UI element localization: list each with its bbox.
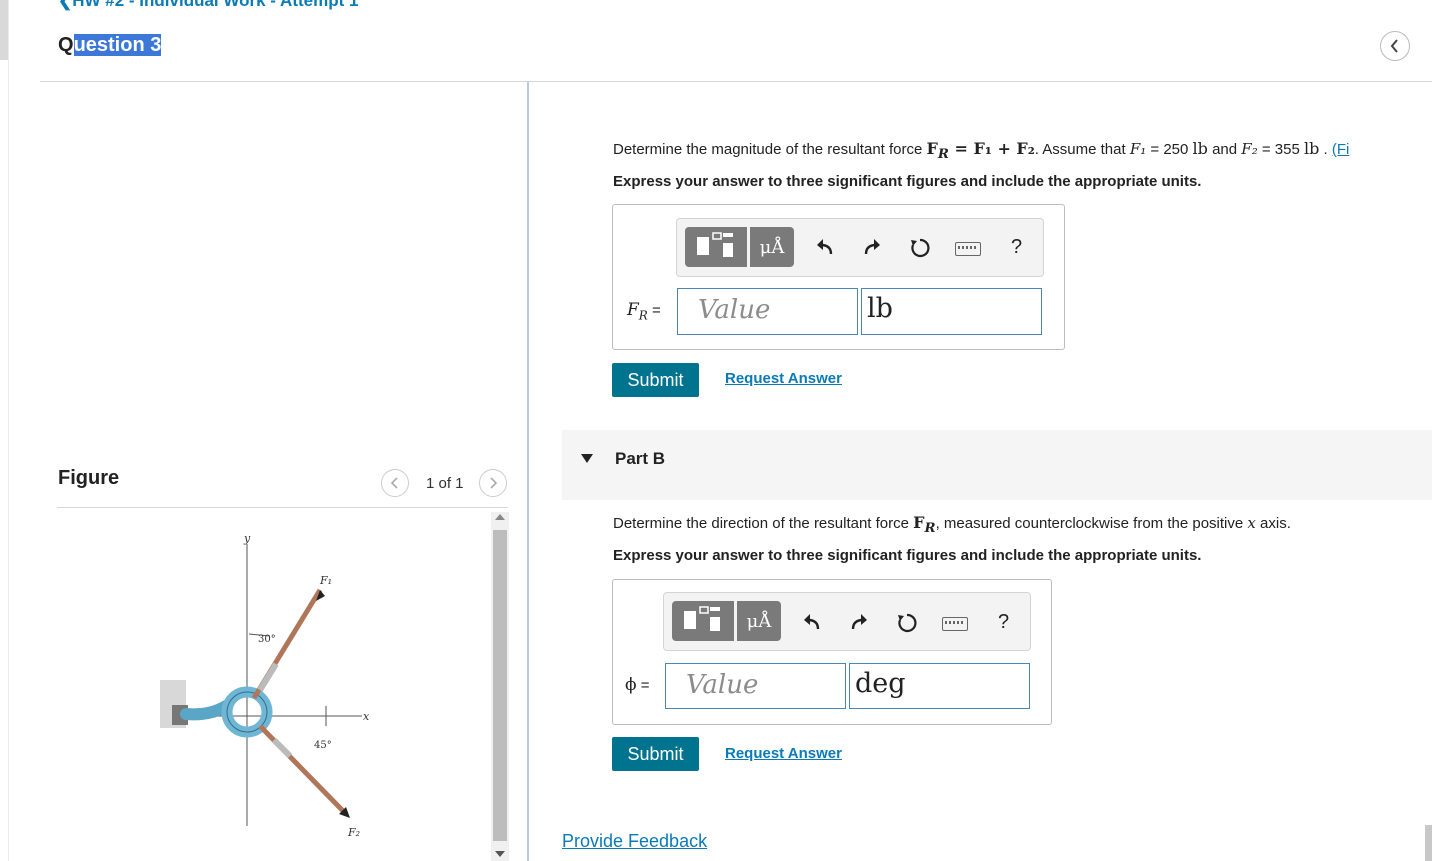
part-b-header[interactable] [562, 430, 1432, 500]
page-title-prefix: Q [58, 34, 74, 56]
prompt-vector: FR [913, 513, 935, 536]
figure-divider [57, 507, 508, 508]
figure-scroll-thumb[interactable] [493, 530, 507, 841]
part-a-prompt: Determine the magnitude of the resultant… [613, 139, 1349, 162]
angle-30-label: 30° [258, 634, 276, 645]
figure-link[interactable]: (Fi [1332, 141, 1350, 158]
phi-unit-input[interactable]: deg [849, 663, 1030, 709]
keyboard-icon[interactable] [955, 242, 981, 256]
phi-equals: = [636, 677, 650, 694]
prompt-vector: FR = F₁ + F₂ [926, 139, 1035, 162]
fr-unit-input[interactable]: lb [861, 288, 1042, 335]
page-title: Question 3 [58, 34, 162, 57]
f1-symbol: F₁ [1129, 140, 1147, 158]
templates-button[interactable] [672, 601, 734, 641]
fr-label: FR = [627, 300, 661, 322]
f1-unit: lb [1192, 139, 1208, 158]
part-b-prompt: Determine the direction of the resultant… [613, 513, 1291, 536]
part-a-instruction: Express your answer to three significant… [613, 173, 1202, 190]
x-axis-label: x [363, 710, 370, 723]
figure-next-button[interactable] [479, 469, 507, 497]
f1-label: F₁ [319, 574, 332, 587]
f2-unit: lb [1304, 139, 1320, 158]
left-edge-line [8, 0, 9, 861]
fr-symbol: F [627, 300, 639, 320]
phi-symbol: ϕ [625, 675, 637, 695]
f1-value: = 250 [1146, 141, 1193, 158]
fr-sub: R [638, 308, 648, 323]
templates-icon [684, 606, 720, 631]
part-a-request-answer-link[interactable]: Request Answer [725, 370, 842, 387]
vector-equation: = F₁ + F₂ [948, 139, 1035, 158]
help-button[interactable]: ? [1011, 236, 1022, 259]
f2-label: F₂ [347, 826, 360, 839]
part-b-submit-button[interactable]: Submit [612, 737, 699, 771]
fr-equals: = [647, 302, 661, 319]
help-button[interactable]: ? [998, 611, 1009, 634]
pane-divider[interactable] [527, 82, 529, 861]
vector-sub: R [924, 520, 936, 537]
y-axis-label: y [243, 532, 251, 545]
vector-symbol: F [913, 513, 925, 532]
phi-label: ϕ = [625, 675, 650, 695]
chevron-left-icon [1390, 39, 1398, 53]
axis-symbol: x [1247, 514, 1256, 532]
phi-value-input[interactable]: Value [665, 663, 846, 709]
figure-image: y x F₁ F₂ 30° 45° [160, 532, 370, 839]
prompt-text: . [1319, 141, 1332, 158]
f2-value: = 355 [1257, 141, 1304, 158]
reset-icon[interactable] [894, 610, 920, 636]
part-b-label[interactable]: Part B [615, 449, 665, 469]
undo-icon[interactable] [812, 234, 838, 260]
page-title-selected: uestion 3 [73, 34, 162, 56]
units-button[interactable]: μÅ [737, 601, 781, 641]
angle-45-label: 45° [314, 740, 332, 751]
scroll-down-icon[interactable] [495, 851, 505, 857]
caret-down-icon[interactable] [581, 454, 593, 463]
keyboard-icon[interactable] [942, 617, 968, 631]
fr-value-input[interactable]: Value [677, 288, 858, 335]
figure-title: Figure [58, 467, 120, 489]
chevron-right-icon [490, 477, 498, 489]
part-b-request-answer-link[interactable]: Request Answer [725, 745, 842, 762]
templates-button[interactable] [685, 227, 747, 267]
breadcrumb[interactable]: ❮HW #2 - Individual Work - Attempt 1 [58, 0, 358, 11]
prompt-text: , measured counterclockwise from the pos… [935, 515, 1248, 532]
part-b-instruction: Express your answer to three significant… [613, 547, 1202, 564]
page-scrollbar[interactable] [1425, 825, 1432, 861]
collapse-button[interactable] [1380, 31, 1410, 61]
f2-symbol: F₂ [1241, 140, 1258, 158]
units-button[interactable]: μÅ [750, 227, 794, 267]
provide-feedback-link[interactable]: Provide Feedback [562, 831, 707, 852]
templates-icon [697, 232, 733, 257]
prompt-text: and [1207, 141, 1242, 158]
bolt-shank [180, 700, 232, 721]
scroll-up-icon[interactable] [495, 514, 505, 520]
undo-icon[interactable] [799, 609, 825, 635]
part-a-submit-button[interactable]: Submit [612, 363, 699, 397]
vector-symbol: F [926, 139, 938, 158]
prompt-text: Determine the direction of the resultant… [613, 515, 914, 532]
figure-page-count: 1 of 1 [426, 475, 464, 492]
reset-icon[interactable] [907, 235, 933, 261]
chevron-left-icon [390, 477, 398, 489]
f2-rope [258, 724, 348, 816]
redo-icon[interactable] [846, 609, 872, 635]
header-divider [40, 81, 1432, 82]
prompt-text: . Assume that [1034, 141, 1130, 158]
figure-prev-button[interactable] [381, 469, 409, 497]
prompt-text: axis. [1255, 515, 1291, 532]
redo-icon[interactable] [859, 234, 885, 260]
left-edge-bar [0, 0, 8, 60]
vector-sub: R [937, 146, 949, 163]
prompt-text: Determine the magnitude of the resultant… [613, 141, 927, 158]
